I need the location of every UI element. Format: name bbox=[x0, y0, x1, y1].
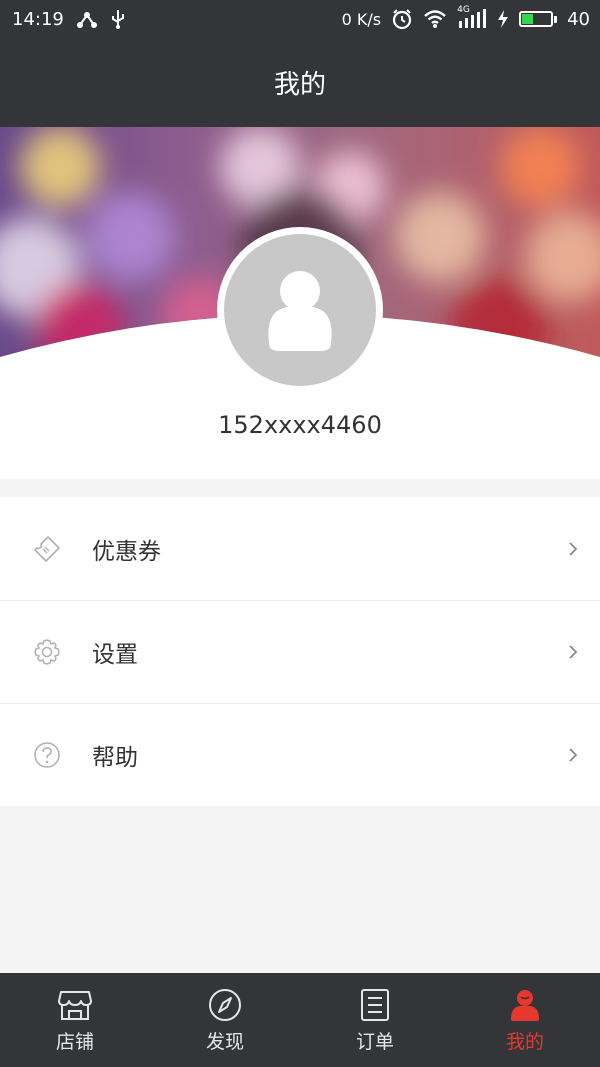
coupon-icon bbox=[32, 534, 62, 564]
menu-item-label: 帮助 bbox=[92, 745, 138, 771]
tab-label: 我的 bbox=[505, 1030, 544, 1053]
share-icon bbox=[76, 9, 98, 29]
status-time: 14:19 bbox=[12, 8, 64, 30]
user-icon bbox=[507, 987, 543, 1023]
chevron-right-icon bbox=[566, 643, 580, 661]
chevron-right-icon bbox=[566, 746, 580, 764]
wifi-icon bbox=[423, 9, 447, 29]
menu-item-coupon[interactable]: 优惠券 bbox=[0, 497, 600, 600]
cell-signal-icon: 4G bbox=[457, 5, 487, 29]
store-icon bbox=[57, 987, 93, 1023]
tab-mine[interactable]: 我的 bbox=[450, 973, 600, 1067]
compass-icon bbox=[207, 987, 243, 1023]
bottom-tab-bar: 店铺 发现 订单 我的 bbox=[0, 973, 600, 1067]
tab-discover[interactable]: 发现 bbox=[150, 973, 300, 1067]
net-speed: 0 K/s bbox=[341, 9, 382, 29]
menu-item-label: 设置 bbox=[92, 642, 138, 668]
tab-label: 店铺 bbox=[55, 1030, 94, 1053]
profile-header: 152xxxx4460 bbox=[0, 127, 600, 479]
tab-label: 订单 bbox=[355, 1030, 394, 1053]
status-bar: 14:19 0 K/s 4G 40 bbox=[0, 0, 600, 38]
gear-icon bbox=[32, 637, 62, 667]
menu-item-help[interactable]: 帮助 bbox=[0, 703, 600, 806]
username: 152xxxx4460 bbox=[218, 411, 382, 439]
tab-store[interactable]: 店铺 bbox=[0, 973, 150, 1067]
tab-orders[interactable]: 订单 bbox=[300, 973, 450, 1067]
charging-icon bbox=[497, 10, 509, 28]
battery-icon bbox=[519, 11, 558, 27]
page-title: 我的 bbox=[273, 70, 326, 100]
avatar[interactable] bbox=[217, 227, 383, 393]
order-list-icon bbox=[357, 987, 393, 1023]
tab-label: 发现 bbox=[205, 1030, 244, 1053]
signal-type: 4G bbox=[457, 5, 470, 15]
chevron-right-icon bbox=[566, 540, 580, 558]
menu-item-label: 优惠券 bbox=[92, 538, 161, 565]
menu-item-settings[interactable]: 设置 bbox=[0, 600, 600, 703]
default-user-icon bbox=[268, 271, 332, 351]
battery-level: 40 bbox=[567, 8, 590, 30]
usb-icon bbox=[110, 8, 126, 30]
alarm-icon bbox=[391, 8, 413, 30]
help-icon bbox=[32, 740, 62, 770]
settings-menu: 优惠券 设置 帮助 bbox=[0, 497, 600, 806]
title-bar: 我的 bbox=[0, 38, 600, 127]
